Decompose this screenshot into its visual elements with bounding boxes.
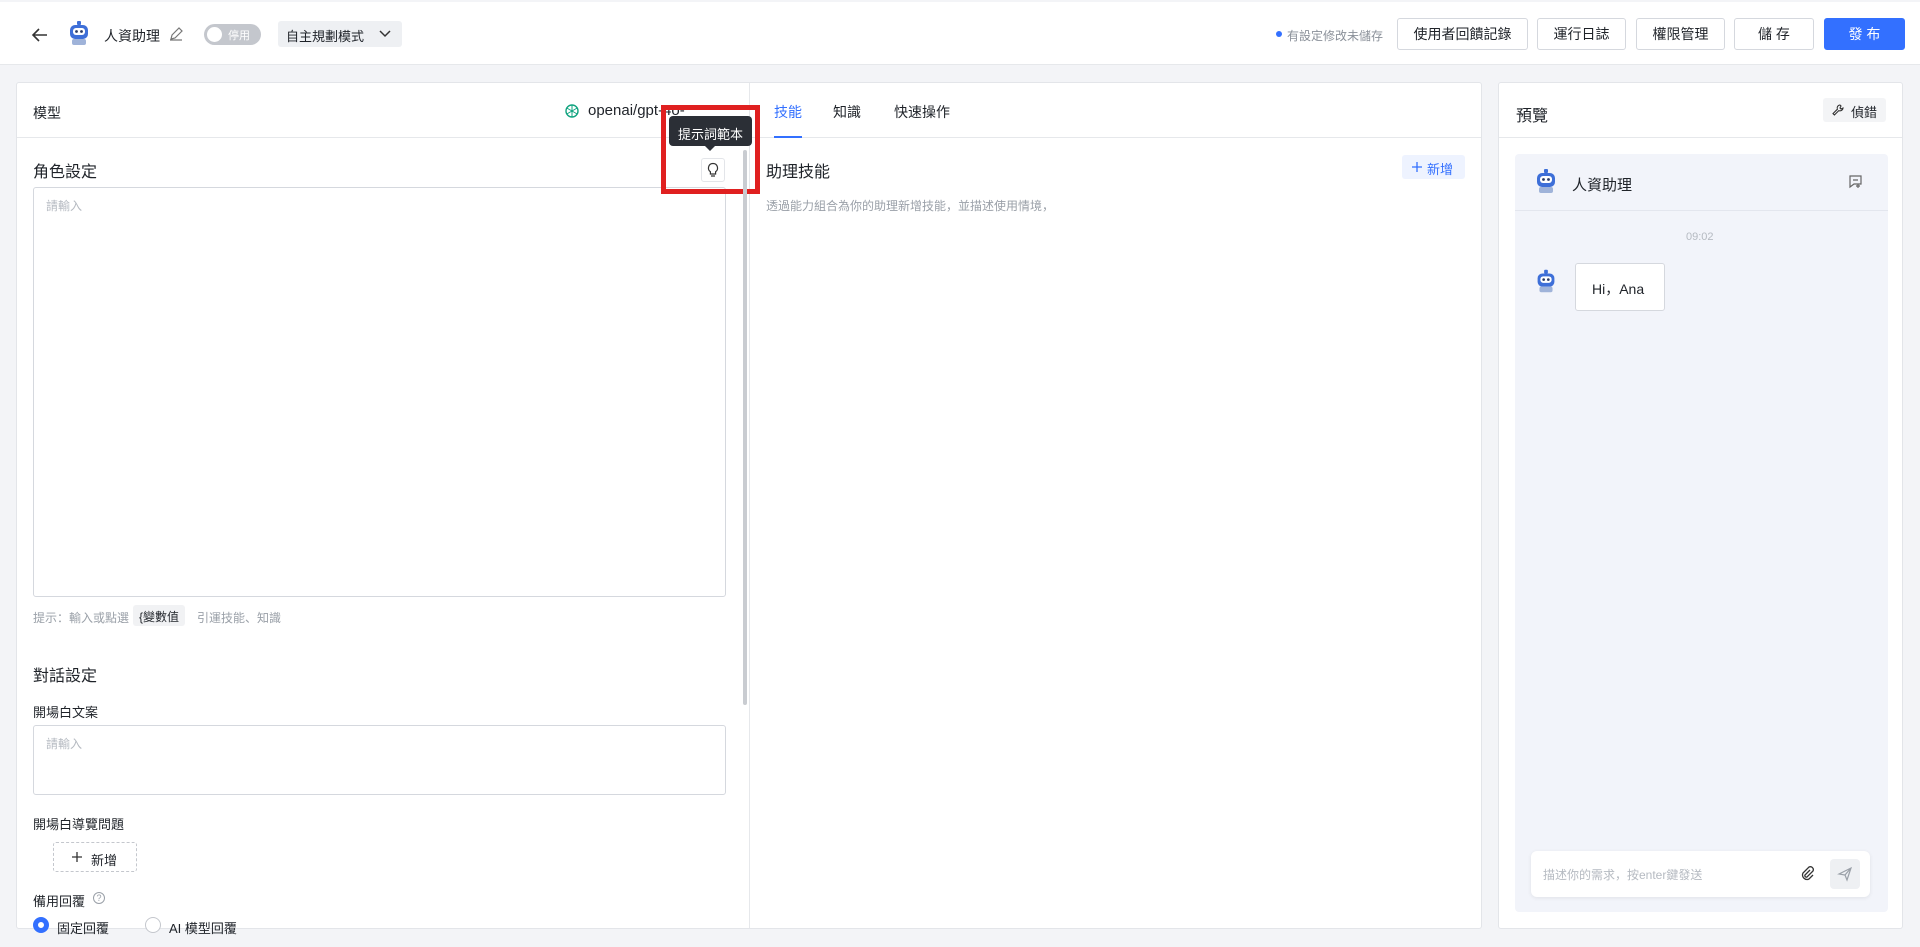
radio-ai[interactable] — [145, 917, 161, 933]
chat-time: 09:02 — [1686, 231, 1714, 243]
role-hint-suffix: 引運技能、知識 — [197, 611, 282, 625]
guide-questions-label: 開場白導覽問題 — [33, 817, 125, 832]
panel-divider — [749, 83, 750, 928]
chat-avatar — [1531, 166, 1561, 196]
tab-knowledge[interactable]: 知識 — [833, 102, 861, 122]
new-chat-icon[interactable] — [1847, 173, 1865, 191]
toggle-label: 停用 — [228, 30, 250, 42]
unsaved-dot — [1276, 31, 1282, 37]
middle-header-divider — [750, 137, 1481, 138]
radio-ai-label: AI 模型回覆 — [169, 921, 237, 936]
plus-icon — [71, 851, 83, 863]
permission-button[interactable]: 權限管理 — [1636, 18, 1725, 50]
role-title: 角色設定 — [33, 164, 98, 181]
send-button[interactable] — [1830, 859, 1860, 889]
chevron-down-icon — [378, 28, 392, 40]
add-guide-label: 新增 — [91, 853, 118, 868]
opening-textarea[interactable]: 請輸入 — [33, 725, 726, 795]
radio-fixed-label: 固定回覆 — [57, 921, 110, 936]
save-button[interactable]: 儲 存 — [1734, 18, 1814, 50]
chat-input-placeholder: 描述你的需求，按enter鍵發送 — [1543, 868, 1703, 882]
mode-select[interactable]: 自主規劃模式 — [278, 21, 402, 47]
opening-label: 開場白文案 — [33, 705, 99, 720]
chat-assistant-name: 人資助理 — [1572, 177, 1633, 194]
skills-title: 助理技能 — [766, 164, 831, 181]
model-label: 模型 — [33, 105, 61, 121]
plus-icon — [1411, 161, 1423, 173]
role-hint-prefix: 提示：輸入或點選 — [33, 611, 130, 625]
preview-header-divider — [1499, 137, 1902, 138]
debug-label: 偵錯 — [1851, 105, 1878, 120]
left-scrollbar[interactable] — [743, 150, 747, 705]
feedback-log-button[interactable]: 使用者回饋記錄 — [1397, 18, 1528, 50]
add-guide-question-button[interactable]: 新增 — [53, 842, 137, 872]
dialog-settings-title: 對話設定 — [33, 668, 98, 685]
tab-skills-underline — [774, 136, 802, 138]
message-bubble: Hi，Ana — [1575, 263, 1665, 311]
left-header-divider — [17, 137, 749, 138]
mode-select-label: 自主規劃模式 — [286, 29, 365, 44]
skills-description: 透過能力組合為你的助理新增技能，並描述使用情境， — [766, 199, 1055, 213]
chat-area — [1515, 154, 1888, 912]
assistant-avatar — [64, 18, 94, 48]
tab-quick-actions[interactable]: 快速操作 — [894, 102, 950, 122]
assistant-name: 人資助理 — [104, 28, 160, 44]
publish-button[interactable]: 發 布 — [1824, 18, 1905, 50]
debug-button[interactable]: 偵錯 — [1823, 98, 1886, 122]
openai-icon — [564, 103, 580, 119]
opening-placeholder: 請輸入 — [46, 737, 83, 751]
preview-title: 預覽 — [1516, 108, 1549, 125]
help-icon[interactable]: ? — [93, 892, 105, 904]
run-log-button[interactable]: 運行日誌 — [1537, 18, 1626, 50]
add-skill-label: 新增 — [1427, 162, 1454, 177]
message-avatar — [1532, 267, 1560, 295]
chat-input[interactable]: 描述你的需求，按enter鍵發送 — [1531, 851, 1870, 897]
toggle-knob — [207, 27, 222, 42]
back-arrow-icon[interactable] — [30, 25, 50, 45]
tab-skills[interactable]: 技能 — [774, 102, 802, 122]
variable-chip[interactable]: {變數值 — [133, 605, 186, 626]
add-skill-button[interactable]: 新增 — [1402, 155, 1465, 179]
role-textarea[interactable]: 請輸入 — [33, 187, 726, 597]
radio-fixed[interactable] — [33, 917, 49, 933]
role-placeholder: 請輸入 — [46, 199, 83, 213]
enable-toggle[interactable]: 停用 — [204, 24, 261, 45]
edit-name-icon[interactable] — [168, 26, 184, 42]
chat-header-divider — [1515, 210, 1888, 211]
message-text: Hi，Ana — [1592, 281, 1645, 297]
unsaved-notice: 有設定修改未儲存 — [1287, 29, 1384, 43]
paperclip-icon[interactable] — [1799, 865, 1815, 881]
fallback-label: 備用回覆 — [33, 894, 86, 909]
wrench-icon — [1831, 103, 1845, 117]
send-icon — [1837, 866, 1853, 882]
